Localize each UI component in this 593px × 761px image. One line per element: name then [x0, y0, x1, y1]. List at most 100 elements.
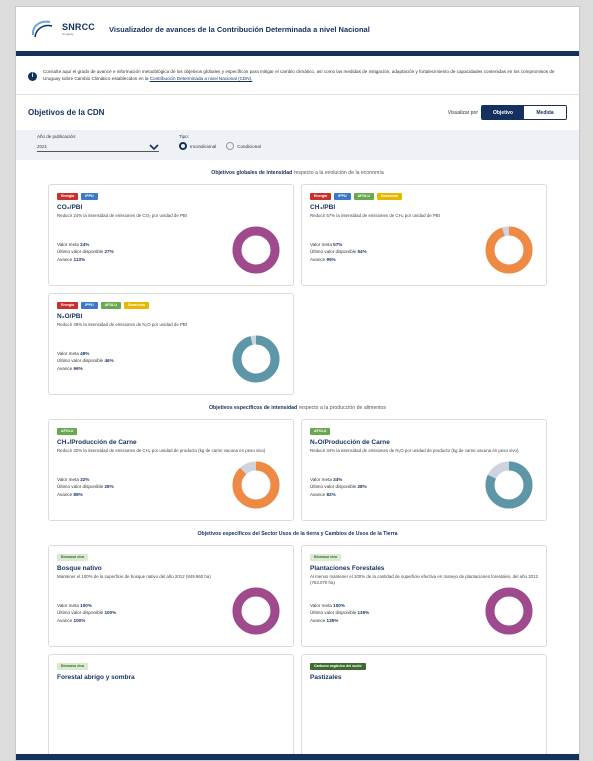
type-radios: Incondicional Condicional: [179, 142, 261, 150]
sector-tag: Biomasa viva: [57, 663, 88, 670]
metric-goal: Valor meta 34%: [310, 476, 343, 482]
sector-tag: AFOLU: [353, 193, 374, 200]
card-title: Plantaciones Forestales: [310, 565, 385, 572]
page-title: Visualizador de avances de la Contribuci…: [109, 24, 370, 34]
objective-card[interactable]: Biomasa viva Plantaciones Forestales Al …: [301, 545, 547, 647]
cards-food: AFOLU CH₄/Producción de Carne Reducir 32…: [16, 419, 579, 521]
metrics: Valor meta 34% Último valor disponible 2…: [310, 476, 367, 498]
progress-donut: [232, 335, 280, 383]
group-subtitle-text: respecto a la producción de alimentos: [298, 405, 387, 411]
group-title-land-use: Objetivos específicos del Sector Usos de…: [16, 531, 579, 537]
metric-goal: Valor meta 57%: [310, 241, 343, 247]
tags: AFOLU: [57, 428, 285, 435]
sector-tag: Desechos: [376, 193, 402, 200]
metric-last: Último valor disponible 54%: [310, 249, 367, 255]
metric-goal: Valor meta 32%: [57, 476, 90, 482]
metric-last: Último valor disponible 100%: [57, 610, 117, 616]
section-header: Objetivos de la CDN Visualizar por Objet…: [16, 95, 579, 130]
tags: Biomasa viva: [57, 554, 285, 561]
sector-tag: AFOLU: [57, 428, 78, 435]
objective-card[interactable]: Biomasa viva Forestal abrigo y sombra: [48, 654, 294, 756]
card-description: Mantener el 100% de la superficie de bos…: [57, 574, 211, 579]
view-medida-button[interactable]: Medida: [524, 106, 566, 119]
group-subtitle-text: respecto a la evolución de la economía: [293, 170, 384, 176]
donut-progress-arc: [232, 335, 280, 383]
metrics: Valor meta 48% Último valor disponible 4…: [57, 350, 114, 372]
intro-body: Consulte aquí el grado de avance e infor…: [43, 69, 555, 81]
app-frame: SNRCC Uruguay Visualizador de avances de…: [15, 6, 580, 761]
radio-condicional[interactable]: Condicional: [226, 142, 261, 150]
card-description: Al menos mantener el 100% de la cantidad…: [310, 574, 538, 585]
objective-card[interactable]: AFOLU N₂O/Producción de Carne Reducir 34…: [301, 419, 547, 521]
metric-progress: Avance 100%: [57, 617, 86, 623]
metric-progress: Avance 95%: [310, 256, 336, 262]
objective-card[interactable]: Energía IPPU AFOLU Desechos N₂O/PBI Reducir…: [48, 293, 294, 395]
cards-global: Energía IPPU CO₂/PBI Reducir 24% la inten…: [16, 184, 579, 395]
view-label: Visualizar por: [447, 109, 478, 116]
progress-donut: [232, 461, 280, 509]
objective-card[interactable]: Biomasa viva Bosque nativo Mantener el 1…: [48, 545, 294, 647]
donut-progress-arc: [232, 587, 280, 635]
metric-progress: Avance 96%: [57, 365, 83, 371]
progress-donut: [232, 226, 280, 274]
radio-unselected-icon: [226, 142, 235, 150]
sector-tag: Energía: [57, 302, 79, 309]
year-filter: Año de publicación: 2021: [37, 134, 159, 152]
objective-card[interactable]: AFOLU CH₄/Producción de Carne Reducir 32…: [48, 419, 294, 521]
tags: Energía IPPU AFOLU Desechos: [310, 193, 538, 200]
view-objetivo-button[interactable]: Objetivo: [482, 106, 524, 119]
cdn-link[interactable]: Contribución Determinada a nivel Naciona…: [150, 76, 253, 81]
year-select[interactable]: 2021: [37, 142, 159, 152]
logo-subtext: Uruguay: [62, 32, 74, 36]
donut-progress-arc: [485, 226, 533, 274]
metric-goal: Valor meta 100%: [310, 602, 345, 608]
progress-donut: [485, 461, 533, 509]
donut-progress-arc: [232, 226, 280, 274]
donut-progress-arc: [485, 587, 533, 635]
metric-goal: Valor meta 24%: [57, 241, 90, 247]
card-title: Pastizales: [310, 674, 342, 681]
card-title: CO₂/PBI: [57, 204, 83, 211]
card-title: CH₄/Producción de Carne: [57, 439, 137, 446]
group-title-food: Objetivos específicos de intensidad resp…: [16, 405, 579, 411]
objective-card[interactable]: Energía IPPU AFOLU Desechos CH₄/PBI Reducir…: [301, 184, 547, 286]
metric-last: Último valor disponible 135%: [310, 610, 370, 616]
card-description: Reducir 57% la intensidad de emisiones d…: [310, 213, 440, 218]
tags: Biomasa viva: [57, 663, 285, 670]
group-title-text: Objetivos específicos del Sector Usos de…: [197, 531, 398, 537]
metric-progress: Avance 113%: [57, 256, 86, 262]
year-value: 2021: [37, 144, 48, 149]
metrics: Valor meta 57% Último valor disponible 5…: [310, 241, 367, 263]
header: SNRCC Uruguay Visualizador de avances de…: [16, 7, 579, 51]
sector-tag: Desechos: [123, 302, 149, 309]
intro-text: Consulte aquí el grado de avance e infor…: [43, 68, 569, 82]
progress-donut: [485, 587, 533, 635]
metrics: Valor meta 24% Último valor disponible 2…: [57, 241, 114, 263]
sector-tag: IPPU: [81, 193, 98, 200]
radio-condicional-label: Condicional: [237, 143, 261, 149]
view-toggle: Objetivo Medida: [481, 105, 567, 120]
metric-goal: Valor meta 100%: [57, 602, 92, 608]
card-title: N₂O/PBI: [57, 313, 83, 320]
metrics: Valor meta 100% Último valor disponible …: [310, 602, 369, 624]
metric-last: Último valor disponible 28%: [57, 484, 114, 490]
metric-progress: Avance 82%: [310, 491, 336, 497]
sector-tag: IPPU: [334, 193, 351, 200]
tags: AFOLU: [310, 428, 538, 435]
progress-donut: [485, 226, 533, 274]
sector-tag: AFOLU: [100, 302, 121, 309]
metric-last: Último valor disponible 46%: [57, 358, 114, 364]
metrics: Valor meta 100% Último valor disponible …: [57, 602, 116, 624]
objective-card[interactable]: Carbono orgánico del suelo Pastizales: [301, 654, 547, 756]
sector-tag: Biomasa viva: [310, 554, 341, 561]
objective-card[interactable]: Energía IPPU CO₂/PBI Reducir 24% la inten…: [48, 184, 294, 286]
card-description: Reducir 48% la intensidad de emisiones d…: [57, 322, 188, 327]
progress-donut: [232, 587, 280, 635]
metric-progress: Avance 135%: [310, 617, 339, 623]
type-filter: Tipo: Incondicional Condicional: [179, 134, 261, 150]
radio-incondicional[interactable]: Incondicional: [179, 142, 216, 150]
card-title: Bosque nativo: [57, 565, 102, 572]
snrcc-logo[interactable]: SNRCC Uruguay: [30, 18, 95, 40]
sector-tag: Biomasa viva: [57, 554, 88, 561]
footer-bar: [16, 754, 579, 760]
